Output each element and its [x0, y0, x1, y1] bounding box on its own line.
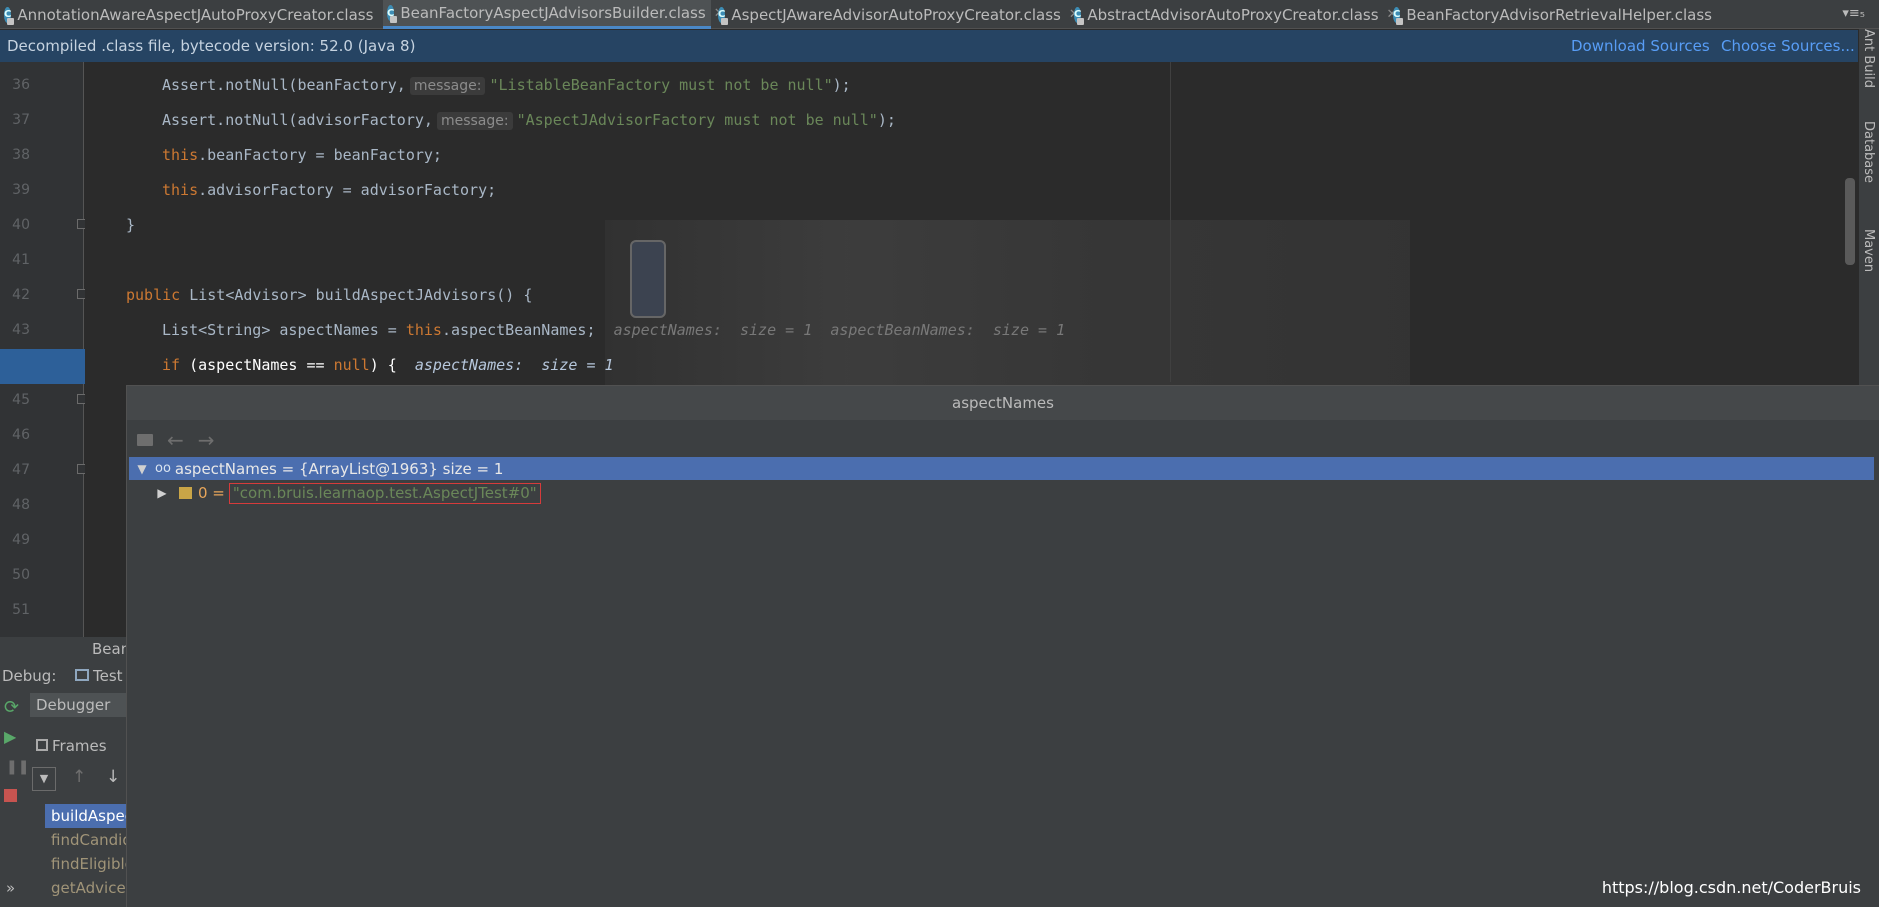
- code-line-40: }: [126, 216, 136, 234]
- line-number: 48: [12, 497, 30, 513]
- debug-config-tab[interactable]: Test: [75, 667, 126, 685]
- tool-database[interactable]: Database: [1861, 121, 1876, 183]
- debugger-tab[interactable]: Debugger: [30, 693, 126, 717]
- class-file-icon: C: [1074, 6, 1085, 25]
- tab-aspectj-aware[interactable]: C AspectJAwareAdvisorAutoProxyCreator.cl…: [714, 0, 1080, 29]
- tab-label: AbstractAdvisorAutoProxyCreator.class: [1087, 5, 1379, 24]
- tool-maven[interactable]: Maven: [1861, 229, 1876, 272]
- tab-bean-factory-aspectj[interactable]: C BeanFactoryAspectJAdvisorsBuilder.clas…: [383, 0, 725, 29]
- code-line-38: this.beanFactory = beanFactory;: [162, 146, 442, 164]
- frame-item[interactable]: findCandidateAdvisors: [45, 828, 126, 852]
- line-number: 37: [12, 112, 30, 128]
- stop-icon[interactable]: [4, 789, 17, 802]
- expand-triangle-icon[interactable]: ▶: [153, 486, 171, 500]
- tab-abstract-advisor[interactable]: C AbstractAdvisorAutoProxyCreator.class …: [1070, 0, 1397, 29]
- class-file-icon: C: [718, 6, 729, 25]
- frames-icon: [36, 739, 48, 751]
- editor-tab-bar: C AnnotationAwareAspectJAutoProxyCreator…: [0, 0, 1879, 29]
- forward-arrow-icon[interactable]: →: [198, 428, 215, 452]
- code-line-36: Assert.notNull(beanFactory, message: "List…: [162, 76, 851, 95]
- tab-label: BeanFactoryAspectJAdvisorsBuilder.class: [400, 4, 706, 22]
- tab-retrieval-helper[interactable]: C BeanFactoryAdvisorRetrievalHelper.clas…: [1389, 0, 1712, 29]
- line-number: 45: [12, 392, 30, 408]
- debug-label: Debug:: [2, 667, 57, 685]
- popup-title: aspectNames: [127, 386, 1879, 420]
- frame-item[interactable]: findEligibleAdvisors: [45, 852, 126, 876]
- line-number: 40: [12, 217, 30, 233]
- child-index: 0 =: [198, 484, 225, 502]
- resume-icon[interactable]: ▶: [4, 727, 16, 746]
- decompiled-info-bar: Decompiled .class file, bytecode version…: [0, 30, 1858, 62]
- line-number: 41: [12, 252, 30, 268]
- choose-sources-link[interactable]: Choose Sources...: [1721, 37, 1855, 55]
- class-file-icon: C: [1393, 6, 1404, 25]
- watermark-url: https://blog.csdn.net/CoderBruis: [1601, 878, 1861, 897]
- editor-scrollbar[interactable]: [1845, 178, 1855, 265]
- nba-logo: [630, 240, 666, 318]
- root-variable-text: aspectNames = {ArrayList@1963} size = 1: [174, 459, 504, 478]
- line-number: 36: [12, 77, 30, 93]
- tab-label: AnnotationAwareAspectJAutoProxyCreator.c…: [17, 5, 374, 24]
- tree-root-row[interactable]: ▼ oo aspectNames = {ArrayList@1963} size…: [129, 457, 1874, 480]
- console-icon: [75, 669, 89, 681]
- frame-item[interactable]: buildAspectJAdvisors: [45, 804, 126, 828]
- code-line-42: public List<Advisor> buildAspectJAdvisor…: [126, 286, 533, 304]
- folder-icon[interactable]: [137, 434, 153, 446]
- variable-inspect-popup: aspectNames ← → ▼ oo aspectNames = {Arra…: [126, 385, 1879, 907]
- tab-label: AspectJAwareAdvisorAutoProxyCreator.clas…: [731, 5, 1061, 24]
- line-number: 51: [12, 602, 30, 618]
- debug-tab-partial[interactable]: Bean: [92, 640, 130, 658]
- rerun-icon[interactable]: ⟳: [4, 697, 19, 718]
- watch-glasses-icon: oo: [155, 461, 171, 476]
- field-icon: [179, 487, 192, 499]
- code-line-43: List<String> aspectNames = this.aspectBe…: [162, 321, 1066, 339]
- up-arrow-icon[interactable]: ↑: [72, 767, 86, 787]
- line-number: 50: [12, 567, 30, 583]
- popup-toolbar: ← →: [137, 426, 215, 454]
- download-sources-link[interactable]: Download Sources: [1571, 37, 1710, 55]
- pause-icon[interactable]: ❚❚: [6, 759, 29, 775]
- collapse-triangle-icon[interactable]: ▼: [133, 462, 151, 476]
- child-value: "com.bruis.learnaop.test.AspectJTest#0": [228, 482, 541, 504]
- debug-tool-window: Bean Debug: Test Debugger ⟳ ▶ ❚❚ Frames …: [0, 637, 130, 907]
- line-number: 39: [12, 182, 30, 198]
- class-file-icon: C: [387, 5, 398, 23]
- back-arrow-icon[interactable]: ←: [167, 428, 184, 452]
- line-number: 46: [12, 427, 30, 443]
- line-number: 43: [12, 322, 30, 338]
- line-number: 38: [12, 147, 30, 163]
- line-number: 49: [12, 532, 30, 548]
- more-icon[interactable]: »: [6, 879, 15, 897]
- tab-label: BeanFactoryAdvisorRetrievalHelper.class: [1406, 5, 1712, 24]
- tree-child-row[interactable]: ▶ 0 = "com.bruis.learnaop.test.AspectJTe…: [129, 481, 1874, 505]
- code-line-39: this.advisorFactory = advisorFactory;: [162, 181, 497, 199]
- line-number: 47: [12, 462, 30, 478]
- tab-list-menu-icon[interactable]: ▾≡₅: [1842, 6, 1865, 21]
- thread-dropdown-icon[interactable]: ▼: [32, 767, 56, 791]
- tool-ant-build[interactable]: Ant Build: [1861, 29, 1876, 88]
- decompiled-message: Decompiled .class file, bytecode version…: [7, 37, 416, 55]
- line-number: 42: [12, 287, 30, 303]
- right-margin-guide: [1170, 62, 1171, 382]
- tab-annotation-aware[interactable]: C AnnotationAwareAspectJAutoProxyCreator…: [0, 0, 392, 29]
- class-file-icon: C: [4, 6, 15, 25]
- down-arrow-icon[interactable]: ↓: [106, 767, 120, 787]
- code-line-37: Assert.notNull(advisorFactory, message: "A…: [162, 111, 896, 130]
- frame-item[interactable]: getAdvicesAndAdvisorsForBean: [45, 876, 126, 900]
- frames-tab[interactable]: Frames: [36, 737, 126, 755]
- code-line-44: if (aspectNames == null) { aspectNames: …: [162, 356, 614, 374]
